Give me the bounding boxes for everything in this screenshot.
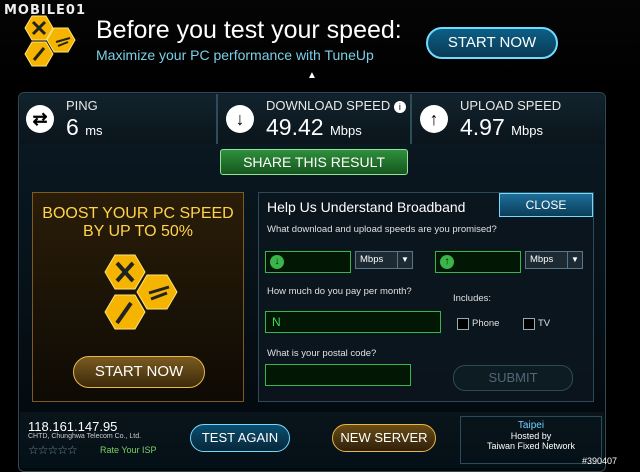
tuneup-hex-logo-icon (24, 15, 76, 67)
up-arrow-icon: ↑ (440, 255, 454, 269)
collapse-ad-icon[interactable]: ▲ (307, 70, 317, 81)
divider (216, 94, 218, 144)
test-again-button[interactable]: TEST AGAIN (190, 424, 290, 452)
down-arrow-icon: ↓ (270, 255, 284, 269)
ad-subtitle: Maximize your PC performance with TuneUp (96, 47, 374, 63)
stats-bar: ⇄ PING 6 ms ↓ DOWNLOAD SPEED i 49.42 Mbp… (20, 94, 604, 144)
promised-upload-input[interactable]: ↑ (435, 251, 521, 273)
tv-checkbox[interactable] (523, 318, 535, 330)
ad-title: Before you test your speed: (96, 16, 402, 44)
boost-title: BOOST YOUR PC SPEED BY UP TO 50% (42, 205, 234, 240)
phone-label: Phone (472, 318, 500, 329)
postal-question: What is your postal code? (267, 348, 377, 359)
boost-ad[interactable]: BOOST YOUR PC SPEED BY UP TO 50% START NO… (32, 192, 244, 402)
speed-question: What download and upload speeds are you … (267, 224, 497, 235)
swap-arrows-icon: ⇄ (26, 105, 54, 133)
upload-stat: ↑ UPLOAD SPEED 4.97 Mbps (414, 94, 604, 144)
host-name: Taiwan Fixed Network (486, 441, 576, 451)
bottom-bar: 118.161.147.95 CHTD, Chunghwa Telecom Co… (20, 412, 604, 468)
promised-download-input[interactable]: ↓ (265, 251, 351, 273)
ip-address: 118.161.147.95 (28, 419, 118, 434)
isp-name: CHTD, Chunghwa Telecom Co., Ltd. (28, 433, 142, 440)
tv-label: TV (538, 318, 551, 329)
server-info: Taipei Hosted by Taiwan Fixed Network (460, 416, 602, 464)
submit-button[interactable]: SUBMIT (453, 365, 573, 391)
ad-start-now-button[interactable]: START NOW (426, 27, 558, 59)
share-result-button[interactable]: SHARE THIS RESULT (220, 149, 408, 175)
upload-value: 4.97 Mbps (460, 114, 543, 140)
down-arrow-icon: ↓ (226, 105, 254, 133)
info-icon[interactable]: i (393, 101, 406, 113)
survey-title: Help Us Understand Broadband (267, 199, 466, 215)
broadband-survey-panel: Help Us Understand Broadband CLOSE What … (258, 192, 594, 402)
divider (410, 94, 412, 144)
monthly-payment-input[interactable]: N (265, 311, 441, 333)
up-arrow-icon: ↑ (420, 105, 448, 133)
download-label: DOWNLOAD SPEED i (266, 98, 406, 113)
image-id-text: #390407 (582, 456, 618, 466)
ad-banner[interactable]: MOBILE01 Before you test your speed: Max… (0, 0, 640, 92)
postal-code-input[interactable] (265, 364, 411, 386)
boost-start-now-button[interactable]: START NOW (73, 356, 205, 388)
download-value: 49.42 Mbps (266, 114, 362, 140)
upload-label: UPLOAD SPEED (460, 98, 562, 113)
download-stat: ↓ DOWNLOAD SPEED i 49.42 Mbps (220, 94, 410, 144)
chevron-down-icon: ▼ (567, 252, 582, 268)
new-server-button[interactable]: NEW SERVER (332, 424, 436, 452)
hosted-by-label: Hosted by (510, 431, 552, 441)
phone-checkbox[interactable] (457, 318, 469, 330)
server-city: Taipei (517, 420, 545, 431)
rate-isp-link[interactable]: Rate Your ISP (100, 445, 157, 455)
download-unit-select[interactable]: Mbps ▼ (355, 251, 413, 269)
ping-value: 6 ms (66, 114, 103, 140)
close-button[interactable]: CLOSE (499, 193, 593, 217)
ping-stat: ⇄ PING 6 ms (20, 94, 214, 144)
tuneup-hex-logo-icon (104, 254, 178, 330)
chevron-down-icon: ▼ (397, 252, 412, 268)
ping-label: PING (66, 98, 98, 113)
pay-question: How much do you pay per month? (267, 286, 412, 297)
includes-label: Includes: (453, 293, 492, 304)
upload-unit-select[interactable]: Mbps ▼ (525, 251, 583, 269)
rating-stars[interactable]: ☆☆☆☆☆ (28, 443, 78, 457)
